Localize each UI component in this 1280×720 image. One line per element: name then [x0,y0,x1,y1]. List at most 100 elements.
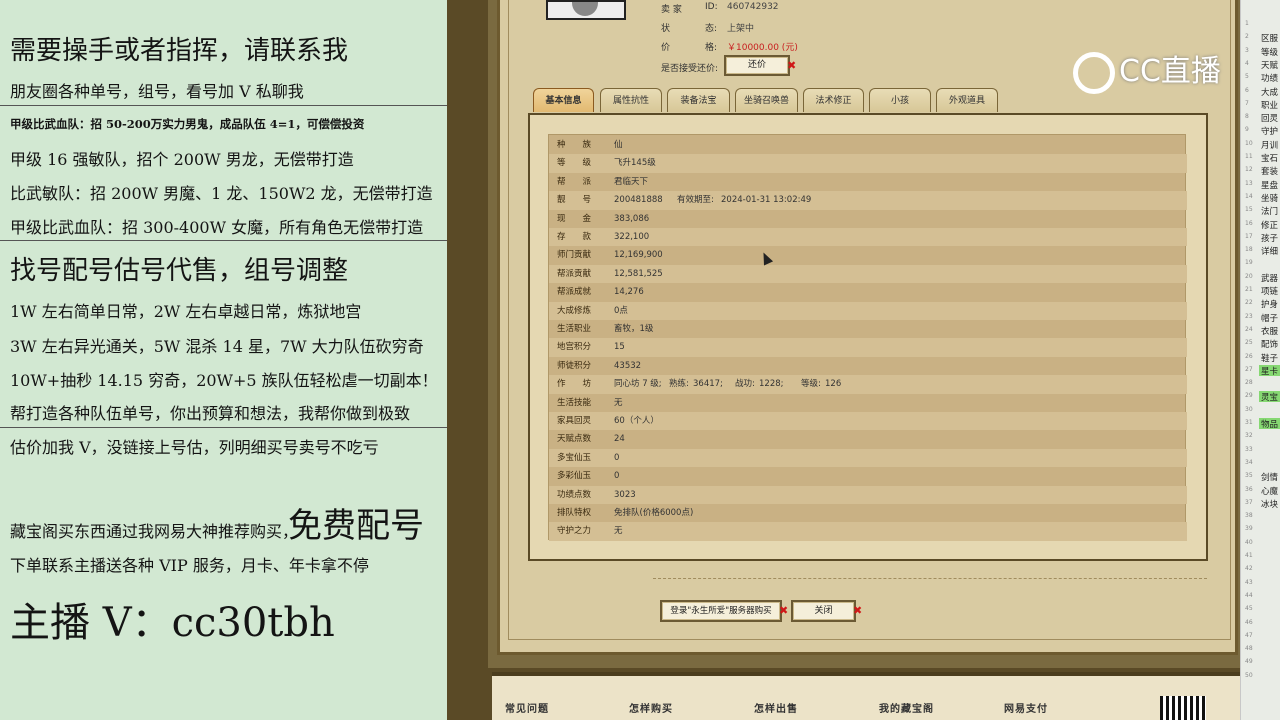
info-key: 帮派贡献 [557,268,592,279]
strip-item[interactable]: 星盘 [1261,179,1278,191]
info-row: 排队特权 免排队(价格6000点) [549,504,1187,522]
info-value: 无 [614,397,623,408]
strip-row-number: 17 [1245,232,1253,240]
close-icon[interactable]: ✖ [787,59,796,72]
status-label-2: 态: [705,24,718,34]
strip-item[interactable]: 法门 [1261,205,1278,217]
footer-link-how-to-sell[interactable]: 怎样出售 [754,700,798,715]
streamer-overlay-panel: 需要操手或者指挥，请联系我 朋友圈各种单号，组号，看号加 V 私聊我 甲级比武血… [0,0,447,720]
strip-row-number: 13 [1245,179,1253,187]
close-icon[interactable]: ✖ [853,604,862,617]
info-value: 君临天下 [614,176,649,187]
strip-item[interactable]: 区服 [1261,32,1278,44]
strip-row-number: 42 [1245,565,1253,573]
info-value: 3023 [614,489,636,500]
strip-item[interactable]: 等级 [1261,46,1278,58]
tab-appearance[interactable]: 外观道具 [936,88,998,112]
info-row: 家具回灵 60（个人） [549,412,1187,431]
strip-item[interactable]: 详细 [1261,245,1278,257]
info-extra-label: 等级: [801,379,821,390]
info-key: 现 金 [557,213,592,224]
strip-item[interactable]: 守护 [1261,125,1278,137]
strip-item[interactable]: 孩子 [1261,232,1278,244]
strip-item[interactable]: 修正 [1261,219,1278,231]
close-icon[interactable]: ✖ [779,604,788,617]
footer-link-my-treasure[interactable]: 我的藏宝阁 [879,700,934,715]
info-extra-value: 126 [825,379,842,390]
strip-item[interactable]: 护身 [1261,298,1278,310]
info-row: 多宝仙玉 0 [549,448,1187,468]
info-key: 生活职业 [557,324,592,334]
info-row: 师门贡献 12,169,900 [549,246,1187,264]
strip-item[interactable]: 月训 [1261,139,1278,151]
strip-item[interactable]: 冰块 [1261,498,1278,510]
info-value: 200481888 [614,195,663,206]
strip-item[interactable]: 配饰 [1261,338,1278,350]
info-row: 师徒积分 43532 [549,357,1187,375]
strip-item[interactable]: 心魔 [1261,485,1278,497]
info-key: 功绩点数 [557,489,592,500]
strip-item[interactable]: 项链 [1261,285,1278,297]
info-value: 免排队(价格6000点) [614,508,694,518]
strip-item[interactable]: 坐骑 [1261,192,1278,204]
strip-row-number: 24 [1245,325,1253,333]
strip-item[interactable]: 帽子 [1261,312,1278,324]
strip-item[interactable]: 灵宝 [1261,391,1278,403]
info-key: 靓 号 [557,195,592,206]
info-value: 60（个人） [614,416,659,426]
info-row: 帮派成就 14,276 [549,283,1187,301]
info-extra-label: 有效期至: [677,195,714,206]
strip-row-number: 7 [1245,99,1249,107]
divider [0,105,447,106]
close-button[interactable]: 关闭 [791,600,856,622]
strip-item[interactable]: 星卡 [1261,365,1278,377]
strip-item[interactable]: 武器 [1261,272,1278,284]
strip-item[interactable]: 套装 [1261,165,1278,177]
strip-item[interactable]: 回灵 [1261,112,1278,124]
strip-row-number: 45 [1245,605,1253,613]
login-buy-button[interactable]: 登录"永生所爱"服务器购买 [660,600,782,622]
info-key: 多宝仙玉 [557,452,592,463]
strip-item[interactable]: 物品 [1261,418,1278,430]
tab-attributes[interactable]: 属性抗性 [600,88,662,112]
strip-row-number: 4 [1245,59,1249,67]
tab-spells[interactable]: 法术修正 [803,88,864,112]
cc-logo-icon [1073,51,1115,94]
strip-item[interactable]: 衣服 [1261,325,1278,337]
strip-item[interactable]: 职业 [1261,99,1278,111]
overlay-line: 3W 左右异光通关，5W 混杀 14 星，7W 大力队伍砍穷奇 [10,337,424,356]
footer-link-netease-pay[interactable]: 网易支付 [1004,700,1048,715]
seller-label: 卖 家 [661,5,682,15]
strip-row-number: 37 [1245,498,1253,506]
strip-item[interactable]: 天赋 [1261,59,1278,71]
overlay-free-config: 免费配号 [288,506,424,546]
strip-item[interactable]: 鞋子 [1261,352,1278,364]
strip-row-number: 32 [1245,432,1253,440]
info-value: 无 [614,526,623,537]
tab-children[interactable]: 小孩 [869,88,931,112]
tab-mounts[interactable]: 坐骑召唤兽 [735,88,798,112]
strip-item[interactable]: 功绩 [1261,72,1278,84]
strip-row-number: 2 [1245,33,1249,41]
info-row: 守护之力 无 [549,522,1187,541]
tab-basic-info[interactable]: 基本信息 [533,88,594,112]
price-label: 价 [661,43,671,53]
strip-item[interactable]: 宝石 [1261,152,1278,164]
info-key: 师徒积分 [557,360,592,371]
overlay-line: 下单联系主播送各种 VIP 服务，月卡、年卡拿不停 [10,556,369,575]
footer-link-faq[interactable]: 常见问题 [505,700,549,715]
strip-item[interactable]: 大成 [1261,86,1278,98]
info-row: 生活技能 无 [549,394,1187,412]
info-value: 24 [614,434,625,445]
info-key: 作 坊 [557,379,592,390]
strip-row-number: 9 [1245,126,1249,134]
strip-row-number: 21 [1245,286,1253,293]
strip-row-number: 23 [1245,312,1253,320]
bargain-button[interactable]: 还价 [724,55,790,76]
watermark-logo: CC直播 [1073,46,1221,94]
info-value: 同心坊 7 级; [614,379,662,390]
strip-row-number: 38 [1245,512,1253,520]
strip-item[interactable]: 剑情 [1261,471,1278,483]
footer-link-how-to-buy[interactable]: 怎样购买 [629,700,673,715]
tab-equipment[interactable]: 装备法宝 [667,88,730,112]
